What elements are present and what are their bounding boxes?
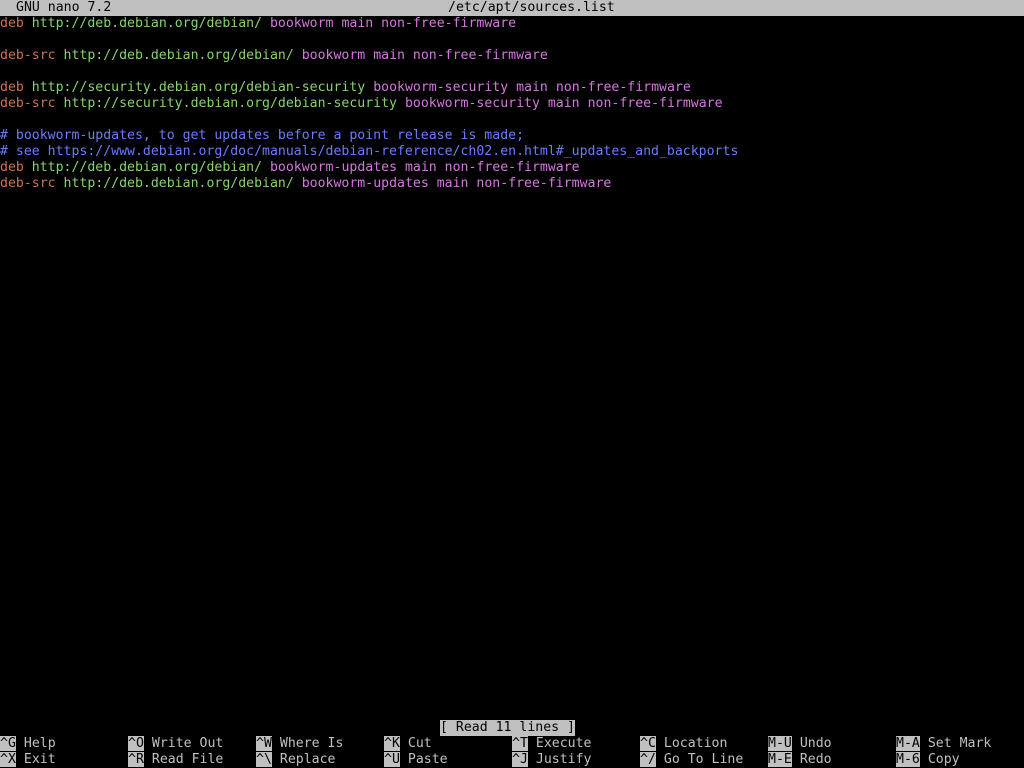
app-version: GNU nano 7.2 [16, 0, 112, 15]
shortcut-write-out[interactable]: ^O Write Out [128, 736, 223, 752]
editor-line[interactable]: # see https://www.debian.org/doc/manuals… [0, 144, 1024, 160]
source-type: deb-src [0, 48, 56, 63]
shortcut-where-is[interactable]: ^W Where Is [256, 736, 343, 752]
shortcut-redo[interactable]: M-E Redo [768, 752, 832, 768]
shortcut-key: ^U [384, 752, 400, 767]
shortcut-set-mark[interactable]: M-A Set Mark [896, 736, 991, 752]
shortcut-label: Cut [407, 736, 432, 751]
suite-components: bookworm-updates main non-free-firmware [269, 160, 580, 175]
editor-buffer[interactable]: deb http://deb.debian.org/debian/ bookwo… [0, 16, 1024, 720]
comment-text: # bookworm-updates, to get updates befor… [0, 128, 525, 143]
shortcut-execute[interactable]: ^T Execute [512, 736, 591, 752]
shortcut-label: Execute [535, 736, 592, 751]
shortcut-label: Help [23, 736, 56, 751]
shortcut-key: ^J [512, 752, 528, 767]
suite-components: bookworm main non-free-firmware [269, 16, 517, 31]
source-type: deb [0, 16, 24, 31]
shortcut-key: ^/ [640, 752, 656, 767]
repository-url: http://security.debian.org/debian-securi… [63, 96, 397, 111]
source-type: deb [0, 80, 24, 95]
repository-url: http://deb.debian.org/debian/ [63, 176, 294, 191]
shortcut-key: ^G [0, 736, 16, 751]
editor-line[interactable]: deb http://deb.debian.org/debian/ bookwo… [0, 160, 1024, 176]
suite-components: bookworm-security main non-free-firmware [404, 96, 723, 111]
shortcut-location[interactable]: ^C Location [640, 736, 727, 752]
shortcut-paste[interactable]: ^U Paste [384, 752, 448, 768]
file-name: /etc/apt/sources.list [448, 0, 615, 15]
shortcut-key: ^C [640, 736, 656, 751]
editor-line[interactable]: deb-src http://deb.debian.org/debian/ bo… [0, 48, 1024, 64]
shortcut-key: ^W [256, 736, 272, 751]
shortcut-undo[interactable]: M-U Undo [768, 736, 832, 752]
shortcut-label: Undo [799, 736, 832, 751]
shortcut-key: M-A [896, 736, 920, 751]
shortcut-label: Go To Line [663, 752, 744, 767]
repository-url: http://deb.debian.org/debian/ [31, 160, 263, 175]
shortcut-replace[interactable]: ^\ Replace [256, 752, 335, 768]
shortcut-label: Paste [407, 752, 448, 767]
shortcut-label: Set Mark [927, 736, 992, 751]
repository-url: http://deb.debian.org/debian/ [31, 16, 263, 31]
shortcut-label: Location [663, 736, 728, 751]
shortcut-exit[interactable]: ^X Exit [0, 752, 56, 768]
shortcut-label: Redo [799, 752, 832, 767]
shortcut-cut[interactable]: ^K Cut [384, 736, 432, 752]
shortcut-label: Exit [23, 752, 56, 767]
comment-text: # see https://www.debian.org/doc/manuals… [0, 144, 739, 159]
source-type: deb-src [0, 176, 56, 191]
repository-url: http://deb.debian.org/debian/ [63, 48, 294, 63]
editor-line[interactable] [0, 112, 1024, 128]
shortcut-label: Replace [279, 752, 336, 767]
shortcut-label: Copy [927, 752, 960, 767]
suite-components: bookworm-security main non-free-firmware [373, 80, 691, 95]
repository-url: http://security.debian.org/debian-securi… [31, 80, 366, 95]
shortcut-key: ^R [128, 752, 144, 767]
editor-line[interactable]: deb-src http://security.debian.org/debia… [0, 96, 1024, 112]
shortcut-read-file[interactable]: ^R Read File [128, 752, 223, 768]
shortcut-key: ^\ [256, 752, 272, 767]
shortcut-go-to-line[interactable]: ^/ Go To Line [640, 752, 743, 768]
shortcut-help[interactable]: ^G Help [0, 736, 56, 752]
editor-line[interactable]: deb http://security.debian.org/debian-se… [0, 80, 1024, 96]
editor-line[interactable] [0, 64, 1024, 80]
shortcut-key: M-U [768, 736, 792, 751]
shortcut-key: ^O [128, 736, 144, 751]
editor-line[interactable]: deb http://deb.debian.org/debian/ bookwo… [0, 16, 1024, 32]
shortcut-key: ^K [384, 736, 400, 751]
shortcut-label: Justify [535, 752, 592, 767]
shortcut-label: Read File [151, 752, 224, 767]
suite-components: bookworm main non-free-firmware [301, 48, 548, 63]
status-message: [ Read 11 lines ] [440, 720, 575, 736]
shortcut-copy[interactable]: M-6 Copy [896, 752, 960, 768]
editor-line[interactable]: # bookworm-updates, to get updates befor… [0, 128, 1024, 144]
shortcut-justify[interactable]: ^J Justify [512, 752, 591, 768]
source-type: deb-src [0, 96, 56, 111]
shortcut-key: M-E [768, 752, 792, 767]
shortcut-label: Write Out [151, 736, 224, 751]
nano-title-bar: GNU nano 7.2 /etc/apt/sources.list [0, 0, 1024, 16]
editor-line[interactable]: deb-src http://deb.debian.org/debian/ bo… [0, 176, 1024, 192]
shortcut-label: Where Is [279, 736, 344, 751]
source-type: deb [0, 160, 24, 175]
editor-line[interactable] [0, 32, 1024, 48]
shortcut-key: ^T [512, 736, 528, 751]
shortcut-key: M-6 [896, 752, 920, 767]
suite-components: bookworm-updates main non-free-firmware [301, 176, 612, 191]
shortcut-key: ^X [0, 752, 16, 767]
